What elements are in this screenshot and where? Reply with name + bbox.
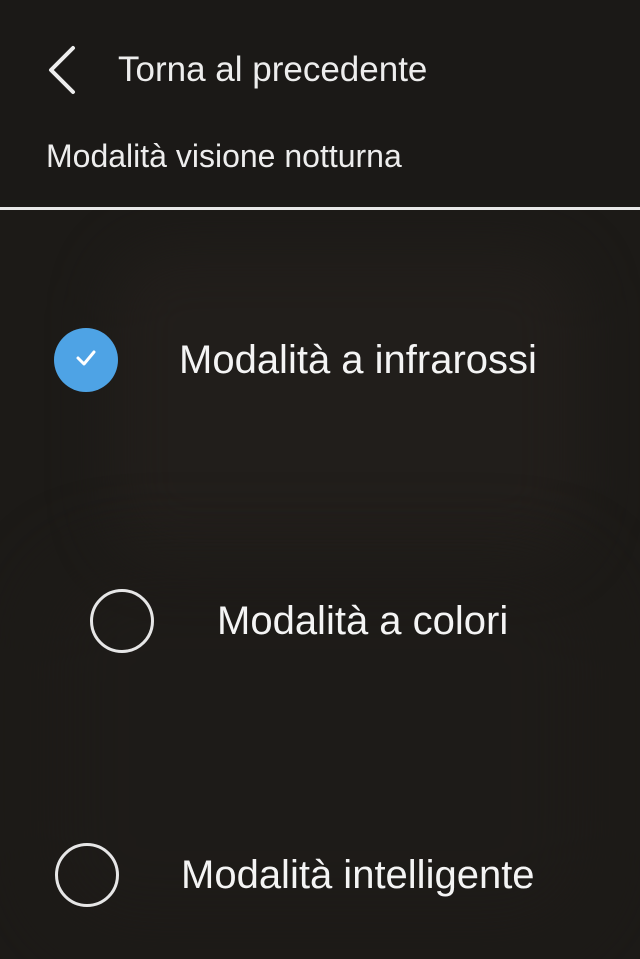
background-blur bbox=[110, 250, 580, 560]
option-infrared-mode[interactable]: Modalità a infrarossi bbox=[54, 328, 537, 392]
option-smart-mode[interactable]: Modalità intelligente bbox=[55, 843, 535, 907]
option-label: Modalità a colori bbox=[217, 598, 509, 643]
radio-unselected[interactable] bbox=[90, 589, 154, 653]
back-button[interactable]: Torna al precedente bbox=[40, 38, 480, 102]
option-color-mode[interactable]: Modalità a colori bbox=[90, 589, 508, 653]
header: Torna al precedente Modalità visione not… bbox=[0, 0, 640, 208]
checkmark-icon bbox=[71, 343, 101, 378]
radio-selected[interactable] bbox=[54, 328, 118, 392]
page-title: Modalità visione notturna bbox=[46, 138, 402, 174]
divider bbox=[0, 207, 640, 210]
option-label: Modalità a infrarossi bbox=[179, 337, 537, 382]
chevron-left-icon bbox=[40, 38, 80, 102]
option-label: Modalità intelligente bbox=[181, 852, 535, 897]
back-label: Torna al precedente bbox=[118, 50, 428, 89]
radio-unselected[interactable] bbox=[55, 843, 119, 907]
